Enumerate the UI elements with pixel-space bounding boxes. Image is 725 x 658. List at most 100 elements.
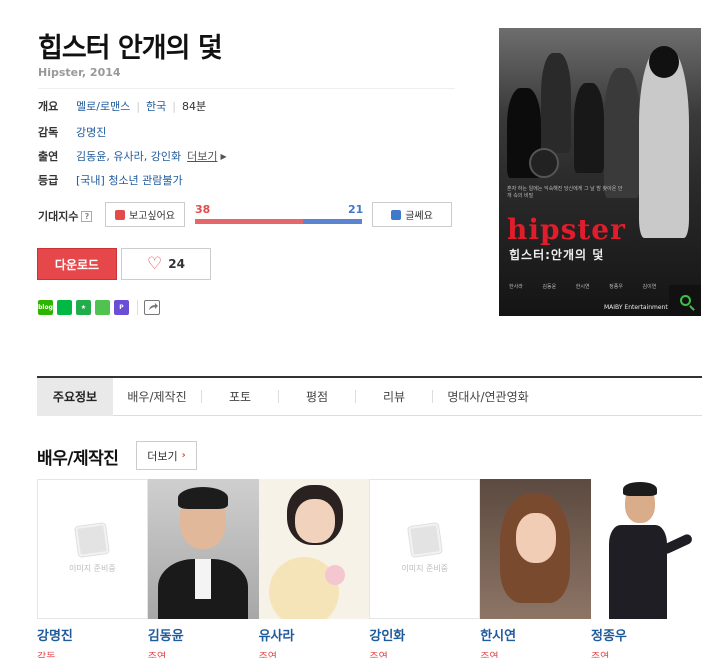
country-link[interactable]: 한국 [146,98,166,114]
movie-subtitle: Hipster, 2014 [38,66,121,79]
tab-rating[interactable]: 평점 [279,378,355,416]
download-button[interactable]: 다운로드 [37,248,117,280]
poster-tagline: 혼자 하는 일에는 익숙해진 당신에게 그 날 밤 찾아온 안개 속의 비밀 [507,186,623,199]
star-share-icon[interactable]: ★ [76,300,91,315]
crew-name[interactable]: 한시연 [480,625,591,644]
director-link[interactable]: 강명진 [76,124,106,140]
poster-names: 한사라 김동윤 한시연 정종우 김이연 [509,284,657,290]
tab-bar: 주요정보 배우/제작진 포토 평점 리뷰 명대사/연관영화 [37,376,702,416]
face [516,513,557,563]
crew-more-button[interactable]: 더보기 › [136,441,197,470]
crew-role: 주연 [258,652,277,658]
poster-brand: MAIBY Entertainment [604,304,668,311]
crew-role: 감독 [37,652,56,658]
flower [324,565,345,585]
divider [137,300,138,315]
image-placeholder-icon [75,522,110,557]
suit [608,525,667,619]
movie-poster[interactable]: 혼자 하는 일에는 익숙해진 당신에게 그 날 밤 찾아온 안개 속의 비밀 h… [499,28,701,316]
photo-placeholder: 이미지 준비중 [369,479,481,619]
band-share-icon[interactable] [57,300,72,315]
crew-role: 주연 [147,652,167,658]
poster-korean-title: 힙스터:안개의 덫 [509,248,605,262]
placeholder-text: 이미지 준비중 [401,563,449,573]
crew-photo [590,479,702,619]
placeholder-text: 이미지 준비중 [69,563,116,573]
crew-name[interactable]: 강명진 [37,625,148,644]
thumbs-up-icon [115,209,125,220]
section-title: 배우/제작진 [37,449,119,469]
crew-photo [480,479,591,619]
hair [177,487,228,509]
divider [38,88,455,89]
crew-role: 주연 [369,652,388,658]
share-row: blog ★ P [38,300,160,315]
info-rating-row: 등급 [국내] 청소년 관람불가 [38,172,183,188]
question-icon[interactable]: ? [81,210,93,222]
poster-zoom-button[interactable] [669,285,701,316]
tab-photo[interactable]: 포토 [202,378,278,416]
crew-card[interactable]: 이미지 준비중 강명진 감독 [37,479,148,658]
rating-label: 등급 [38,174,59,187]
rating-link[interactable]: [국내] 청소년 관람불가 [76,172,183,188]
poster-figure [574,83,604,173]
expectation-bar-want [195,219,303,224]
crew-name[interactable]: 정종우 [591,625,702,644]
tab-review[interactable]: 리뷰 [356,378,432,416]
poster-figure [541,53,571,153]
movie-title: 힙스터 안개의 덫 [38,33,223,64]
want-to-see-button[interactable]: 보고싶어요 [105,202,185,227]
crew-card[interactable]: 이미지 준비중 강인화 주연 [369,479,481,658]
crew-name[interactable]: 강인화 [369,625,480,644]
runtime: 84분 [182,100,207,113]
poster-title: hipster [507,213,626,246]
face [294,499,335,543]
cast-more-link[interactable]: 더보기 [187,148,217,164]
tab-cast-crew[interactable]: 배우/제작진 [113,378,201,416]
want-to-see-label: 보고싶어요 [129,211,175,222]
thumbs-down-icon [391,209,402,220]
hair [622,482,657,496]
tab-main-info[interactable]: 주요정보 [37,377,113,416]
crew-more-label: 더보기 [147,449,178,463]
heart-icon: ♡ [147,253,163,274]
cast-label: 출연 [38,150,59,163]
crew-name[interactable]: 김동윤 [148,625,259,644]
poster-drum [529,148,559,178]
shirt [194,559,211,599]
chevron-right-icon: ▶ [220,151,227,161]
chevron-right-icon: › [181,450,186,461]
p-share-icon[interactable]: P [114,300,129,315]
poster-figure [604,68,640,198]
no-count: 21 [348,203,364,216]
crew-card[interactable]: 김동윤 주연 [147,479,259,658]
crew-card[interactable]: 유사라 주연 [258,479,370,658]
like-button[interactable]: ♡ 24 [121,248,211,280]
not-sure-button[interactable]: 글쎄요 [372,202,452,227]
genre-link[interactable]: 멜로/로맨스 [76,98,130,114]
expectation-label-wrap: 기대지수 ? [38,208,93,224]
separator: | [172,99,176,113]
like-count: 24 [168,257,185,271]
not-sure-label: 글쎄요 [405,211,433,222]
tab-quotes-related[interactable]: 명대사/연관영화 [433,378,543,416]
crew-card[interactable]: 한시연 주연 [480,479,591,658]
crew-photo [147,479,259,619]
cast-links[interactable]: 김동윤, 유사라, 강인화 [76,148,181,164]
expectation-bar [195,219,362,224]
crew-card[interactable]: 정종우 주연 [590,479,702,658]
expectation-bar-no [302,219,362,224]
image-placeholder-icon [407,522,442,557]
overview-label: 개요 [38,100,59,113]
poster-hair [649,46,679,78]
info-cast-row: 출연 김동윤, 유사라, 강인화 더보기 ▶ [38,148,227,164]
photo-placeholder: 이미지 준비중 [37,479,148,619]
crew-name[interactable]: 유사라 [259,625,370,644]
info-overview-row: 개요 멜로/로맨스 | 한국 | 84분 [38,98,206,114]
search-icon [679,295,691,306]
info-director-row: 감독 강명진 [38,124,106,140]
memo-share-icon[interactable] [95,300,110,315]
blog-share-icon[interactable]: blog [38,300,53,315]
share-icon[interactable] [144,300,160,315]
expectation-label: 기대지수 [38,210,79,223]
